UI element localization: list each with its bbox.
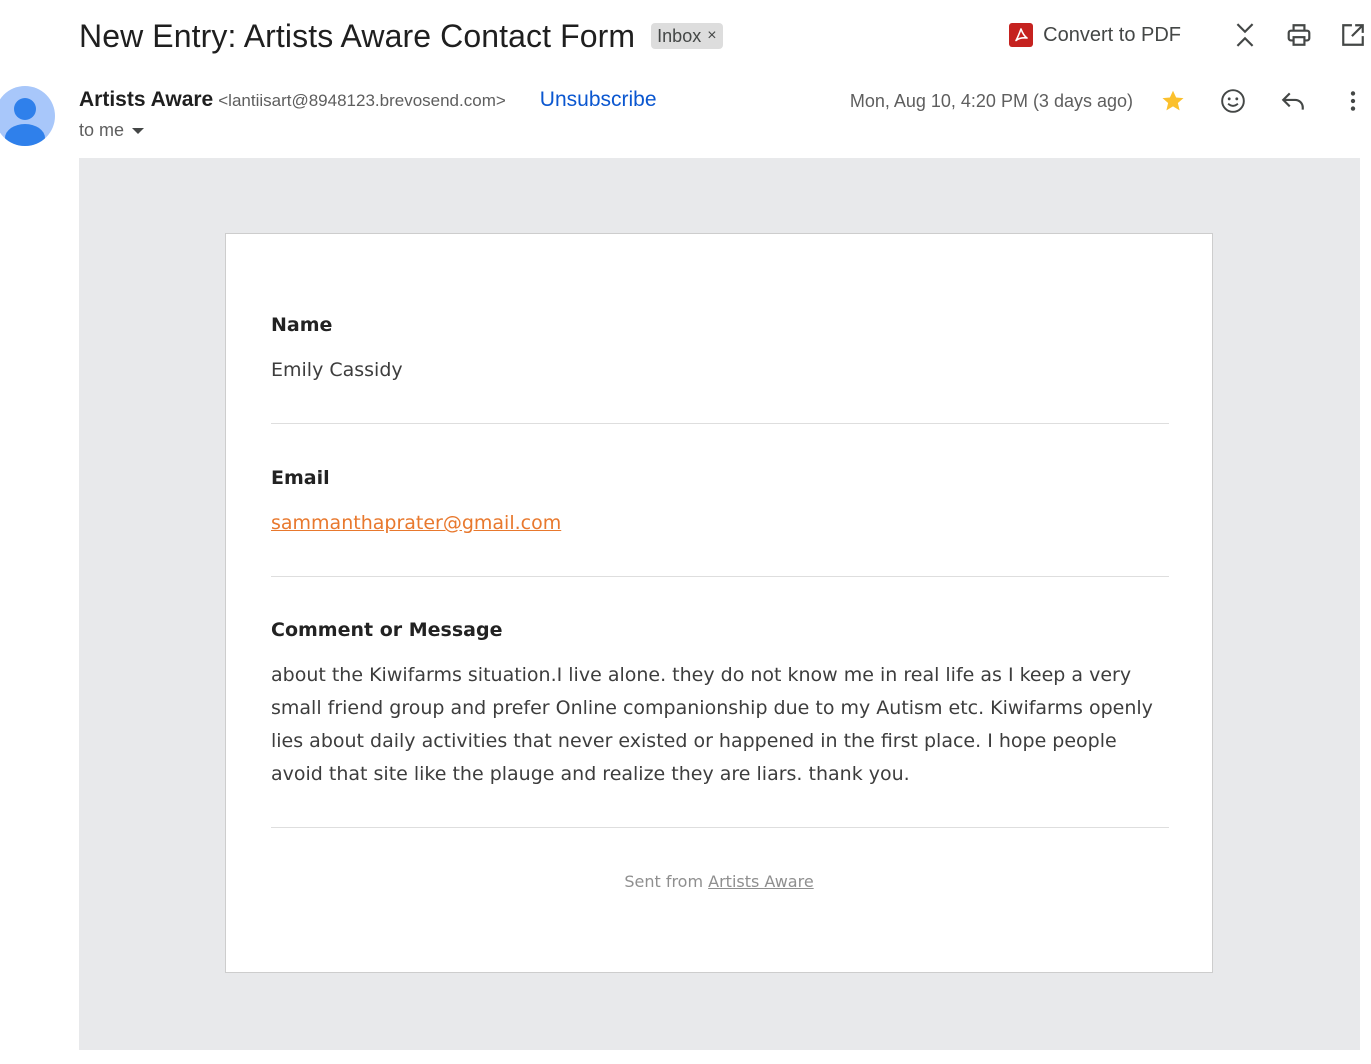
open-in-new-window-icon — [1342, 24, 1364, 46]
inbox-label-chip[interactable]: Inbox × — [651, 23, 723, 49]
divider — [271, 827, 1169, 828]
recipient-label: to me — [79, 120, 125, 140]
divider — [271, 423, 1169, 424]
person-icon — [5, 98, 45, 146]
message-body: Name Emily Cassidy Email sammanthaprater… — [79, 158, 1360, 1050]
convert-to-pdf-button[interactable]: Convert to PDF — [1009, 23, 1181, 47]
chevron-down-icon — [132, 127, 145, 134]
message-field: Comment or Message about the Kiwifarms s… — [271, 619, 1169, 791]
sender-name[interactable]: Artists Aware — [79, 88, 213, 112]
footer-prefix: Sent from — [624, 872, 704, 891]
label-chip-text: Inbox — [657, 25, 702, 46]
field-value: Emily Cassidy — [271, 359, 403, 381]
email-link[interactable]: sammanthaprater@gmail.com — [271, 507, 1169, 540]
collapse-icon — [1236, 23, 1254, 47]
subject-row: New Entry: Artists Aware Contact Form In… — [79, 14, 723, 58]
recipient-details-toggle[interactable]: to me — [79, 120, 145, 141]
emoji-icon — [1221, 89, 1245, 113]
more-vert-icon — [1350, 91, 1356, 111]
field-label: Comment or Message — [271, 619, 503, 641]
print-button[interactable] — [1281, 17, 1317, 53]
collapse-button[interactable] — [1227, 17, 1263, 53]
top-actions: Convert to PDF — [1009, 17, 1371, 53]
star-button[interactable] — [1155, 83, 1191, 119]
remove-label-icon[interactable]: × — [707, 27, 716, 45]
message-date: Mon, Aug 10, 4:20 PM (3 days ago) — [849, 90, 1133, 111]
form-entry-card: Name Emily Cassidy Email sammanthaprater… — [225, 233, 1213, 973]
email-field: Email sammanthaprater@gmail.com — [271, 467, 1169, 540]
convert-to-pdf-label: Convert to PDF — [1043, 23, 1181, 46]
sent-from-footer: Sent from Artists Aware — [226, 872, 1212, 891]
email-subject: New Entry: Artists Aware Contact Form — [79, 17, 636, 54]
sender-row: Artists Aware <lantiisart@8948123.brevos… — [79, 88, 657, 114]
star-icon — [1162, 90, 1184, 111]
print-icon — [1287, 24, 1311, 46]
more-options-button[interactable] — [1335, 83, 1371, 119]
pdf-icon — [1009, 23, 1034, 47]
name-field: Name Emily Cassidy — [271, 314, 1169, 387]
add-reaction-button[interactable] — [1215, 83, 1251, 119]
field-value: about the Kiwifarms situation.I live alo… — [271, 664, 1153, 785]
unsubscribe-link[interactable]: Unsubscribe — [540, 88, 657, 112]
sender-email: <lantiisart@8948123.brevosend.com> — [218, 91, 506, 110]
avatar[interactable] — [0, 86, 55, 146]
open-in-new-window-button[interactable] — [1335, 17, 1371, 53]
reply-icon — [1281, 92, 1304, 110]
artists-aware-link[interactable]: Artists Aware — [708, 872, 814, 891]
field-label: Email — [271, 467, 330, 489]
divider — [271, 576, 1169, 577]
message-meta: Mon, Aug 10, 4:20 PM (3 days ago) — [850, 84, 1371, 118]
reply-button[interactable] — [1275, 83, 1311, 119]
field-label: Name — [271, 314, 333, 336]
